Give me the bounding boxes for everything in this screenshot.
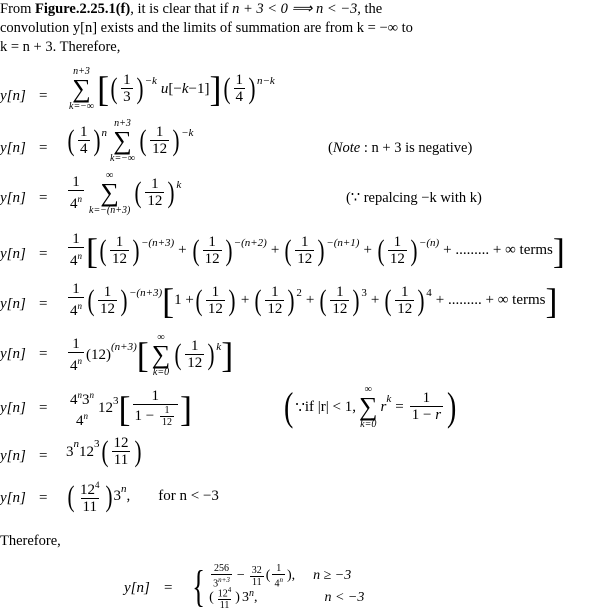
- infinite-terms: + ......... + ∞ terms: [443, 242, 553, 258]
- case-2-condition: n < −3: [324, 590, 365, 605]
- eq7-rhs: 4n3n 4n 12 3 [1 1 − 1 12]: [70, 388, 192, 430]
- eq8-rhs: 3 n 12 3 (12 11): [66, 435, 141, 469]
- eq7-lhs: y[n]: [0, 400, 26, 416]
- result-equals: =: [164, 580, 173, 596]
- eq5-equals: =: [39, 296, 48, 312]
- eq8-lhs: y[n]: [0, 448, 26, 464]
- eq5-rhs: 1 4n (1 12) −(n+3) [1 + (1 12) + (1 12) 2 + (1 12…: [68, 280, 558, 321]
- intro-line-2: convolution y[n] exists and the limits o…: [0, 20, 413, 36]
- intro-text: , it is clear that if: [130, 1, 233, 17]
- eq6-lhs: y[n]: [0, 346, 26, 362]
- eq1-rhs: n+3 ∑ k=−∞ [(1 3) −k u [− k −1]] (1 4) n−k: [69, 66, 275, 112]
- eq7-note: ( ∵ if |r| < 1, ∞ ∑ k=0 r k = 11 − r ): [283, 384, 457, 430]
- summation: n+3 ∑ k=−∞: [69, 66, 95, 112]
- eq3-lhs: y[n]: [0, 190, 26, 206]
- summation: ∞ ∑ k=0: [359, 384, 378, 430]
- result-lhs: y[n]: [124, 580, 150, 596]
- eq3-equals: =: [39, 190, 48, 206]
- eq4-rhs: 1 4n [ (1 12) −(n+3) + (1 12) −(n+2) + (1 12) −(n…: [68, 230, 565, 271]
- eq1-lhs: y[n]: [0, 88, 26, 104]
- figure-reference: Figure.2.25.1(f): [35, 1, 131, 17]
- eq8-equals: =: [39, 448, 48, 464]
- case-1-condition: n ≥ −3: [313, 568, 352, 583]
- intro-paragraph: From Figure.2.25.1(f), it is clear that …: [0, 0, 600, 57]
- condition: n + 3 < 0 ⟹ n < −3: [232, 1, 358, 17]
- summation: ∞ ∑ k=0: [151, 332, 171, 378]
- eq2-equals: =: [39, 140, 48, 156]
- intro-text: From: [0, 1, 36, 17]
- eq4-equals: =: [39, 246, 48, 262]
- eq6-rhs: 1 4n (12) (n+3) [ ∞ ∑ k=0 (1 12) k ]: [68, 332, 234, 378]
- eq9-condition: for n < −3: [158, 488, 219, 504]
- eq3-note: (∵ repalcing −k with k): [346, 190, 482, 206]
- intro-line-3: k = n + 3. Therefore,: [0, 39, 121, 55]
- therefore-text: Therefore,: [0, 533, 61, 549]
- intro-line-1: From Figure.2.25.1(f), it is clear that …: [0, 0, 600, 19]
- case-row-2: (124 11) 3n, n < −3: [209, 585, 365, 612]
- eq2-rhs: (1 4) n n+3 ∑ k=−∞ (1 12) −k: [67, 118, 194, 164]
- eq9-rhs: (124 11) 3n, for n < −3: [67, 479, 219, 515]
- eq4-lhs: y[n]: [0, 246, 26, 262]
- eq2-note: (Note : n + 3 is negative): [328, 140, 473, 156]
- eq2-lhs: y[n]: [0, 140, 26, 156]
- eq7-equals: =: [39, 400, 48, 416]
- eq6-equals: =: [39, 346, 48, 362]
- intro-text: , the: [357, 1, 383, 17]
- summation: ∞ ∑ k=−(n+3): [89, 170, 131, 216]
- summation: n+3 ∑ k=−∞: [110, 118, 136, 164]
- eq5-lhs: y[n]: [0, 296, 26, 312]
- eq9-lhs: y[n]: [0, 490, 26, 506]
- eq1-equals: =: [39, 88, 48, 104]
- eq3-rhs: 1 4n ∞ ∑ k=−(n+3) (1 12) k: [68, 170, 182, 216]
- infinite-terms: + ......... + ∞ terms: [435, 292, 546, 308]
- eq9-equals: =: [39, 490, 48, 506]
- result-cases: { 256 3n+3 − 32 11 (1 4n), n ≥ −3 (124 11) 3…: [192, 562, 365, 612]
- case-row-1: 256 3n+3 − 32 11 (1 4n), n ≥ −3: [211, 562, 352, 590]
